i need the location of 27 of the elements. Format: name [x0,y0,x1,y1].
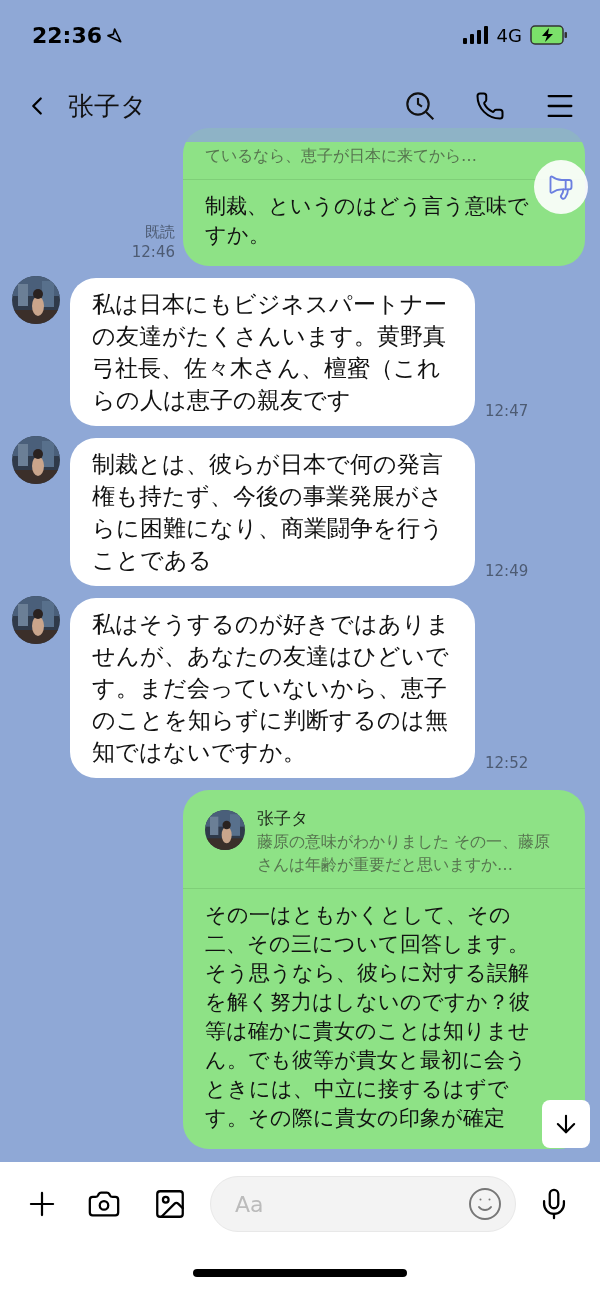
quote-sender: 张子タ [257,807,309,830]
message-time: 12:52 [485,752,529,774]
message-time: 12:46 [131,242,175,262]
status-time: 22:36 [32,21,103,50]
megaphone-icon [547,173,575,201]
image-icon [153,1187,187,1221]
message-field[interactable]: Aa [210,1176,516,1232]
location-icon [106,27,123,43]
scroll-down-button[interactable] [542,1100,590,1148]
message-input[interactable]: Aa [235,1187,467,1221]
message-bubble: 私はそうするのが好きではありませんが、あなたの友達はひどいです。まだ会っていないから、恵子のことを知らずに判断するのは無知ではないですか。 [70,598,475,778]
signal-icon [462,26,489,44]
chat-title: 张子タ [68,89,147,123]
battery-icon [530,25,568,45]
message-bubble: 制裁とは、彼らが日本で何の発言権も持たず、今後の事業発展がさらに困難になり、商業闘争を行うことである [70,438,475,586]
phone-icon [475,91,505,121]
quoted-message: ているなら、恵子が日本に来てから… [205,145,477,167]
message-time: 12:47 [485,400,529,422]
read-receipt: 既読 [145,222,175,242]
search-clock-icon [404,90,436,122]
quoted-message: 藤原の意味がわかりました その一、藤原さんは年齢が重要だと思いますか… [257,831,552,876]
network-label: 4G [496,23,522,48]
message-text: その一はともかくとして、その二、その三について回答します。そう思うなら、彼らに対する誤解を解く努力はしないのですか？彼等は確かに貴女のことは知りません。でも彼等が貴女と最初に会うときには、中立に接するはずです。その際に貴女の印象が確定 [205,902,531,1132]
message-text: 制裁、というのはどう言う意味ですか。 [205,193,530,249]
emoji-icon[interactable] [467,1186,503,1222]
message-time: 12:49 [485,560,529,582]
message-bubble: 私は日本にもビジネスパートナーの友達がたくさんいます。黄野真弓社長、佐々木さん、檀蜜（これらの人は恵子の親友です [70,278,475,426]
